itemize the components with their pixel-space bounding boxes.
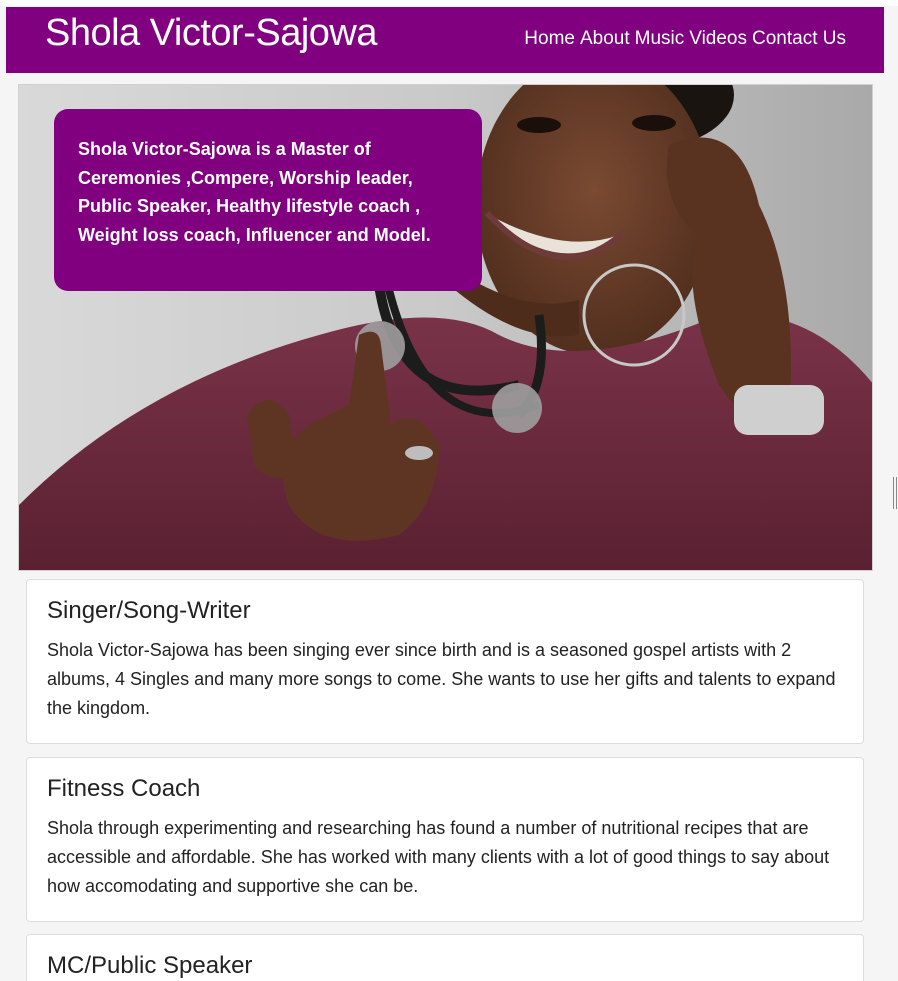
hero-intro-text: Shola Victor-Sajowa is a Master of Cerem… bbox=[78, 139, 431, 246]
nav-links: Home About Music Videos Contact Us bbox=[524, 27, 846, 51]
section-card-mc: MC/Public Speaker bbox=[26, 934, 864, 981]
hero-intro-card: Shola Victor-Sajowa is a Master of Cerem… bbox=[54, 109, 482, 291]
top-strip bbox=[0, 0, 898, 6]
nav-link-home[interactable]: Home bbox=[524, 27, 575, 51]
section-card-singer: Singer/Song-Writer Shola Victor-Sajowa h… bbox=[26, 579, 864, 744]
section-body: Shola Victor-Sajowa has been singing eve… bbox=[47, 640, 836, 718]
scroll-handle[interactable] bbox=[893, 477, 897, 509]
nav-link-contact-us[interactable]: Contact Us bbox=[752, 27, 846, 51]
section-title: MC/Public Speaker bbox=[47, 952, 253, 979]
section-title: Fitness Coach bbox=[47, 775, 201, 802]
nav-link-music[interactable]: Music bbox=[635, 27, 685, 51]
nav-link-videos[interactable]: Videos bbox=[689, 27, 747, 51]
navbar: Shola Victor-Sajowa Home About Music Vid… bbox=[6, 7, 884, 73]
section-card-fitness: Fitness Coach Shola through experimentin… bbox=[26, 757, 864, 922]
section-body: Shola through experimenting and research… bbox=[47, 818, 830, 896]
hero-banner: Shola Victor-Sajowa is a Master of Cerem… bbox=[18, 84, 873, 571]
nav-link-about[interactable]: About bbox=[580, 27, 630, 51]
section-title: Singer/Song-Writer bbox=[47, 597, 251, 624]
site-brand[interactable]: Shola Victor-Sajowa bbox=[45, 11, 377, 55]
page: Shola Victor-Sajowa Home About Music Vid… bbox=[0, 0, 898, 981]
